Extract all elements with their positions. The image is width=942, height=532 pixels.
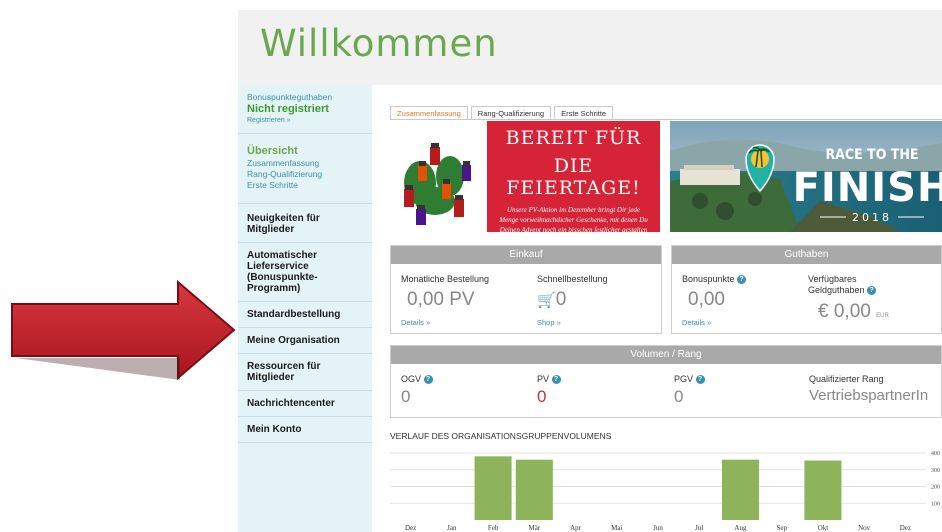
overview-link-summary[interactable]: Zusammenfassung	[247, 158, 363, 169]
oil-bottles-image	[404, 143, 471, 225]
purchase-panel-title: Einkauf	[391, 246, 661, 264]
bonus-details-link[interactable]: Details »	[682, 318, 711, 327]
rank-label: Qualifizierter Rang	[809, 374, 884, 384]
chart-bar	[804, 460, 842, 520]
purchase-panel: Einkauf Monatliche Bestellung 0,00 PV De…	[390, 245, 662, 334]
bonus-points-label: Bonuspunkte	[682, 274, 735, 284]
volume-rank-title: Volumen / Rang	[391, 346, 941, 364]
sidebar-item-organisation[interactable]: Meine Organisation	[238, 328, 372, 354]
rank-value: VertriebspartnerIn	[809, 387, 929, 404]
holiday-headline-2: DIE FEIERTAGE!	[506, 155, 641, 199]
volume-rank-panel: Volumen / Rang OGV ? 0 PV ? 0 PGV ? 0 Qu…	[390, 345, 942, 418]
sidebar-item-autoship[interactable]: Automatischer Lieferservice (Bonuspunkte…	[238, 243, 372, 302]
chart-title: VERLAUF DES ORGANISATIONSGRUPPENVOLUMENS	[390, 431, 612, 441]
holiday-promo: BEREIT FÜR DIE FEIERTAGE! Unsere PV-Akti…	[487, 121, 660, 232]
tab-bar: Zusammenfassung Rang-Qualifizierung Erst…	[390, 106, 614, 120]
credit-label-box: Verfügbares Geldguthaben ?	[808, 274, 908, 296]
pv-label: PV	[537, 374, 550, 384]
register-link[interactable]: Registrieren »	[247, 116, 363, 126]
ogv-label: OGV	[401, 374, 422, 384]
monthly-order-label: Monatliche Bestellung	[401, 274, 490, 284]
page-header: Willkommen	[238, 10, 942, 85]
race-line-2: FINISH	[793, 165, 942, 211]
overview-link-first-steps[interactable]: Erste Schritte	[247, 180, 363, 191]
monthly-order-value: 0,00 PV	[407, 289, 475, 310]
chart-x-tick-label: Jan	[447, 524, 457, 532]
pv-label-box: PV ?	[537, 374, 561, 385]
tab-rank[interactable]: Rang-Qualifizierung	[470, 106, 552, 120]
holiday-headline-1: BEREIT FÜR	[505, 127, 642, 149]
credit-value: € 0,00	[818, 301, 871, 322]
sidebar-item-messages[interactable]: Nachrichtencenter	[238, 391, 372, 417]
pgv-value: 0	[674, 387, 684, 406]
chart-x-tick-label: Mai	[611, 524, 622, 532]
page: Willkommen Bonuspunkteguthaben Nicht reg…	[0, 0, 942, 532]
sidebar-item-resources[interactable]: Ressourcen für Mitglieder	[238, 354, 372, 391]
chart-x-tick-label: Apr	[570, 524, 582, 532]
pgv-label-box: PGV ?	[674, 374, 705, 385]
help-icon[interactable]: ?	[695, 375, 705, 385]
quick-order-box: 🛒0	[537, 289, 566, 311]
help-icon[interactable]: ?	[867, 286, 877, 296]
chart-x-tick-label: Mär	[528, 524, 540, 532]
quick-order-label: Schnellbestellung	[537, 274, 608, 284]
sidebar: Bonuspunkteguthaben Nicht registriert Re…	[238, 85, 372, 532]
chart-x-tick-label: Jun	[653, 524, 663, 532]
pgv-label: PGV	[674, 374, 694, 384]
bonus-points-label-box: Bonuspunkte ?	[682, 274, 747, 285]
chart-y-tick-label: 300	[931, 468, 940, 474]
monthly-details-link[interactable]: Details »	[401, 318, 430, 327]
help-icon[interactable]: ?	[737, 275, 747, 285]
credit-label: Verfügbares Geldguthaben	[808, 274, 865, 295]
chart-y-tick-label: 400	[931, 451, 940, 457]
holiday-banner[interactable]: BEREIT FÜR DIE FEIERTAGE! Unsere PV-Akti…	[390, 121, 660, 232]
race-line-1: RACE TO THE	[825, 147, 918, 163]
chart-x-tick-label: Jul	[695, 524, 703, 532]
help-icon[interactable]: ?	[551, 375, 561, 385]
tab-divider	[390, 119, 942, 120]
balance-panel: Guthaben Bonuspunkte ? 0,00 Details » Ve…	[671, 245, 942, 334]
ogv-value: 0	[401, 387, 411, 406]
bonus-block: Bonuspunkteguthaben Nicht registriert Re…	[238, 85, 372, 134]
shop-link[interactable]: Shop »	[537, 318, 561, 327]
sidebar-item-news[interactable]: Neuigkeiten für Mitglieder	[238, 204, 372, 243]
holiday-text: Unsere PV-Aktion im Dezember bringt Dir …	[499, 206, 648, 232]
pv-value: 0	[537, 387, 547, 406]
bonus-label: Bonuspunkteguthaben	[247, 92, 333, 102]
sidebar-item-standard-order[interactable]: Standardbestellung	[238, 302, 372, 328]
tab-summary[interactable]: Zusammenfassung	[390, 106, 468, 120]
overview-title[interactable]: Übersicht	[247, 144, 363, 158]
tab-first-steps[interactable]: Erste Schritte	[554, 106, 614, 120]
bonus-status: Nicht registriert	[247, 103, 329, 115]
chart-x-tick-label: Feb	[488, 524, 499, 532]
cart-icon: 🛒	[537, 292, 556, 309]
credit-unit: EUR	[876, 313, 889, 319]
chart-x-tick-label: Sep	[776, 524, 787, 532]
chart-x-tick-label: Dez	[405, 524, 416, 532]
quick-order-value: 0	[555, 289, 567, 310]
chart-y-tick-label: 200	[931, 485, 940, 491]
chart-bar	[515, 459, 553, 520]
bonus-points-value: 0,00	[688, 289, 725, 310]
chart-x-tick-label: Nov	[858, 524, 871, 532]
chart-bar	[721, 459, 759, 520]
sidebar-item-account[interactable]: Mein Konto	[238, 417, 372, 443]
ogv-label-box: OGV ?	[401, 374, 433, 385]
race-year: 2018	[852, 211, 892, 224]
resort-image: RACE TO THE FINISH 2018	[670, 121, 942, 232]
chart-x-tick-label: Okt	[818, 524, 829, 532]
chart-y-tick-label: 100	[931, 501, 940, 507]
ogv-history-chart: 100 200 300 400 Dez Jan Feb Mär Apr Mai Jun Jul Aug S…	[390, 451, 940, 532]
overview-block: Übersicht Zusammenfassung Rang-Qualifizi…	[238, 134, 372, 204]
chart-x-tick-label: Dez	[900, 524, 911, 532]
page-title: Willkommen	[260, 22, 498, 65]
race-banner[interactable]: RACE TO THE FINISH 2018	[670, 121, 942, 232]
chart-x-tick-label: Aug	[734, 524, 747, 532]
credit-value-box: € 0,00 EUR	[818, 301, 889, 323]
overview-link-rank[interactable]: Rang-Qualifizierung	[247, 169, 363, 180]
chart-bar	[474, 456, 512, 520]
help-icon[interactable]: ?	[423, 375, 433, 385]
red-arrow-icon	[11, 279, 236, 381]
balance-panel-title: Guthaben	[672, 246, 941, 264]
